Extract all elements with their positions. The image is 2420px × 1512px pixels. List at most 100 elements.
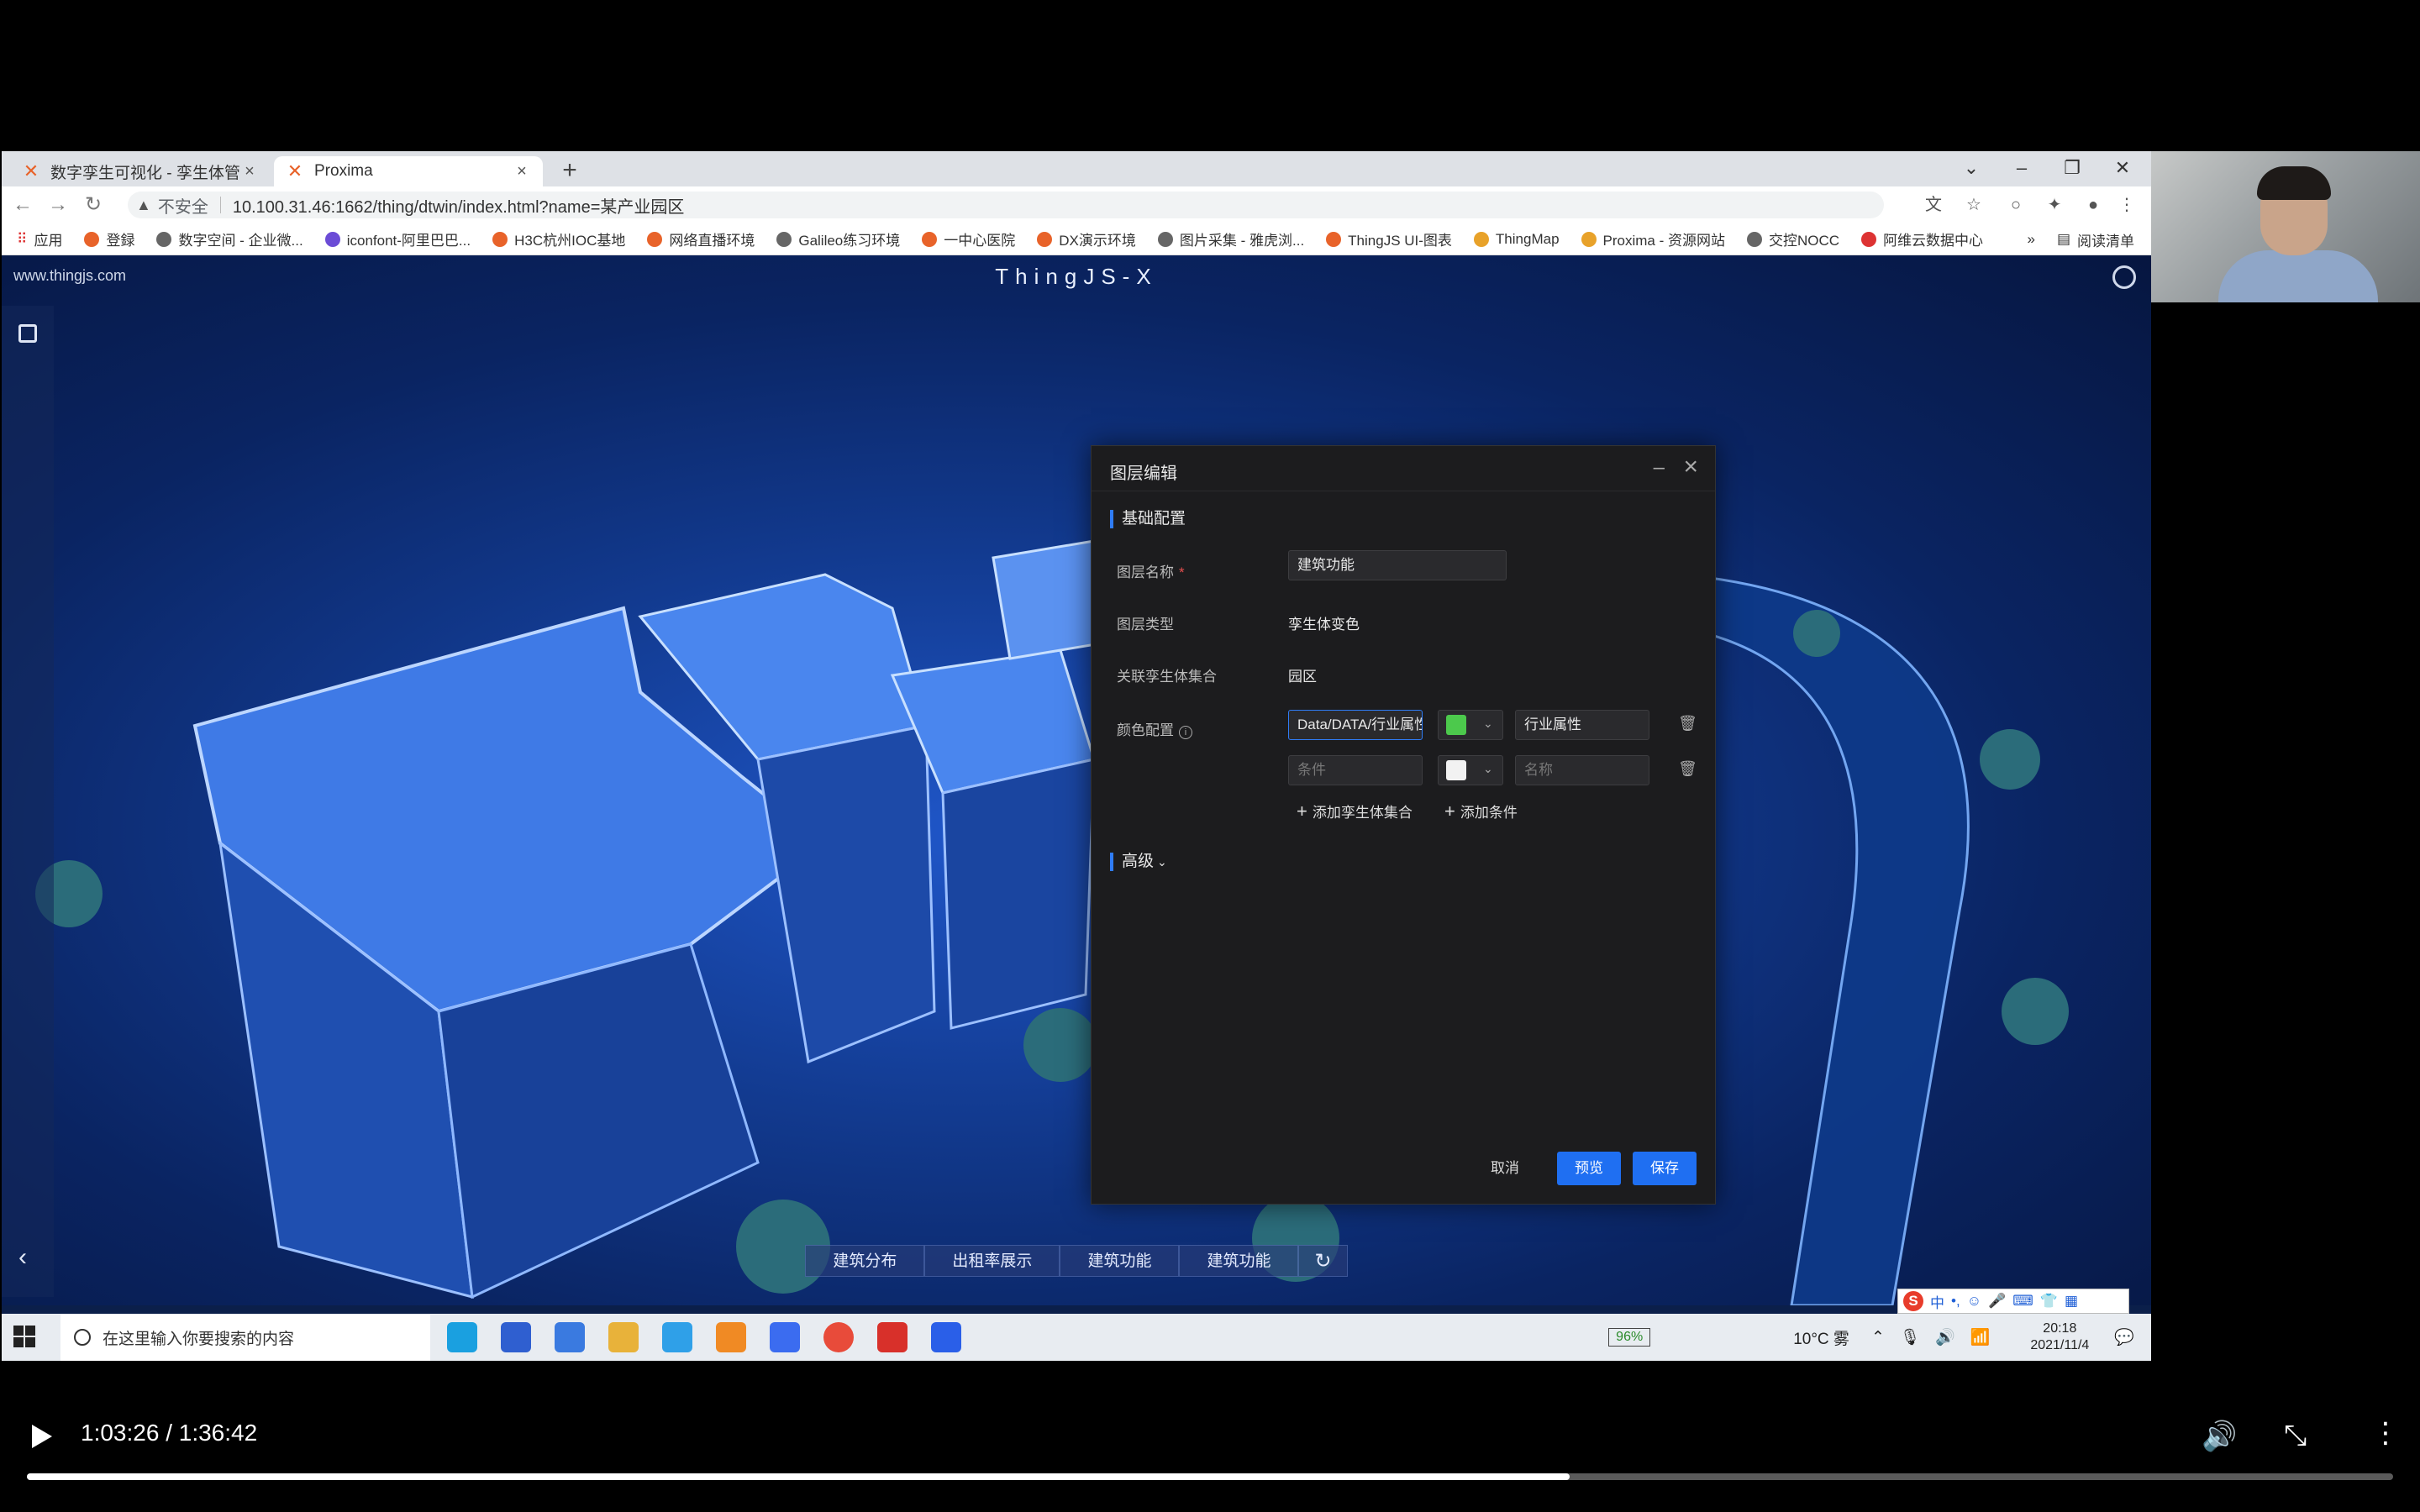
app-icon[interactable]	[555, 1322, 585, 1352]
add-twin-set-button[interactable]: + 添加孪生体集合	[1297, 801, 1413, 822]
progress-bar[interactable]	[27, 1473, 2393, 1480]
bookmark-item[interactable]: 一中心医院	[922, 228, 1015, 249]
bookmark-item[interactable]: 交控NOCC	[1747, 228, 1839, 249]
new-tab-button[interactable]: +	[556, 158, 583, 185]
browser-tab-twin-management[interactable]: ✕ 数字孪生可视化 - 孪生体管理 ×	[10, 156, 271, 186]
tab-occupancy[interactable]: 出租率展示	[924, 1245, 1060, 1277]
tab-building-function-2[interactable]: 建筑功能	[1179, 1245, 1299, 1277]
info-icon[interactable]: i	[1179, 726, 1192, 739]
app-icon[interactable]	[716, 1322, 746, 1352]
mic-icon[interactable]: 🎤	[1988, 1293, 2006, 1310]
translate-icon[interactable]: 文	[1923, 195, 1944, 217]
browser-tab-proxima[interactable]: ✕ Proxima ×	[274, 156, 543, 186]
ime-mode-icon[interactable]: 中	[1930, 1291, 1944, 1312]
menu-kebab-icon[interactable]: ⋮	[2116, 195, 2138, 217]
file-explorer-icon[interactable]	[608, 1322, 639, 1352]
bookmark-item[interactable]: Proxima - 资源网站	[1581, 228, 1725, 249]
emoji-icon[interactable]: ☺	[1967, 1293, 1981, 1310]
bookmark-item[interactable]: ThingMap	[1473, 230, 1560, 248]
edge-icon[interactable]	[447, 1322, 477, 1352]
minimize-icon[interactable]: –	[1654, 456, 1665, 480]
ie-icon[interactable]	[662, 1322, 692, 1352]
person-body	[2218, 250, 2378, 302]
toolbox-icon[interactable]: ▦	[2065, 1293, 2078, 1310]
preview-button[interactable]: 预览	[1557, 1152, 1621, 1185]
play-icon[interactable]	[32, 1425, 52, 1448]
close-icon[interactable]: ×	[1683, 453, 1698, 481]
bookmark-item[interactable]: ThingJS UI-图表	[1326, 228, 1452, 249]
volume-icon[interactable]: 🔊	[2202, 1420, 2237, 1453]
bookmark-star-icon[interactable]: ☆	[1963, 195, 1985, 217]
mic-icon[interactable]: 🎙	[1900, 1327, 1920, 1347]
layer-name-input[interactable]: 建筑功能	[1288, 550, 1507, 580]
tray-chevron-icon[interactable]: ⌃	[1871, 1328, 1885, 1347]
tab-building-function[interactable]: 建筑功能	[1060, 1245, 1180, 1277]
delete-icon[interactable]: 🗑	[1678, 760, 1697, 777]
browser-tab-bar: ✕ 数字孪生可视化 - 孪生体管理 × ✕ Proxima × + ⌄ – ❐ …	[2, 151, 2151, 186]
condition-input[interactable]: 条件	[1288, 755, 1423, 785]
app-icon[interactable]	[931, 1322, 961, 1352]
save-button[interactable]: 保存	[1633, 1152, 1697, 1185]
3d-scene-viewport[interactable]: www.thingjs.com ThingJS-X ‹ 建筑分布 出租率展示 建…	[2, 255, 2151, 1305]
skin-icon[interactable]: 👕	[2040, 1293, 2058, 1310]
add-condition-button[interactable]: + 添加条件	[1444, 801, 1518, 822]
bookmark-item[interactable]: 数字空间 - 企业微...	[156, 228, 303, 249]
exit-fullscreen-icon[interactable]: ⤡	[2284, 1420, 2307, 1452]
network-icon[interactable]: 📶	[1970, 1327, 1991, 1347]
ime-toolbar[interactable]: S 中 •, ☺ 🎤 ⌨ 👕 ▦	[1897, 1289, 2129, 1314]
settings-icon[interactable]	[2112, 265, 2136, 289]
tab-search-icon[interactable]: ⌄	[1946, 151, 1996, 186]
more-bookmarks-icon[interactable]: »	[2027, 231, 2034, 248]
bookmark-apps[interactable]: ⠿ 应用	[17, 228, 62, 249]
weather-widget[interactable]: 10°C 雾	[1793, 1326, 1849, 1349]
app-icon[interactable]	[770, 1322, 800, 1352]
extensions-puzzle-icon[interactable]: ✦	[2044, 195, 2065, 217]
bookmark-label: 一中心医院	[944, 233, 1016, 249]
restore-button[interactable]: ❐	[2047, 151, 2097, 186]
tab-building-distribution[interactable]: 建筑分布	[805, 1245, 925, 1277]
taskbar-search[interactable]: 在这里输入你要搜索的内容	[60, 1314, 430, 1361]
wps-icon[interactable]	[877, 1322, 908, 1352]
more-options-icon[interactable]: ⋮	[2371, 1416, 2400, 1450]
keyboard-icon[interactable]: ⌨	[2012, 1293, 2033, 1310]
name-input[interactable]: 名称	[1515, 755, 1649, 785]
section-advanced-toggle[interactable]: 高级 ⌄	[1110, 853, 1167, 871]
reading-list[interactable]: » ▤ 阅读清单	[2027, 223, 2134, 255]
battery-indicator[interactable]: 96%	[1608, 1328, 1651, 1347]
address-bar[interactable]: ▲ 不安全 10.100.31.46:1662/thing/dtwin/inde…	[128, 192, 1884, 218]
bookmark-item[interactable]: 登録	[84, 228, 134, 249]
bookmark-item[interactable]: 图片采集 - 雅虎浏...	[1157, 228, 1304, 249]
minimize-button[interactable]: –	[1996, 151, 2047, 186]
clock[interactable]: 20:18 2021/11/4	[2030, 1320, 2089, 1354]
bookmark-item[interactable]: H3C杭州IOC基地	[492, 228, 625, 249]
refresh-icon[interactable]: ↻	[1298, 1245, 1348, 1277]
bookmark-item[interactable]: 网络直播环境	[647, 228, 755, 249]
layers-icon[interactable]	[18, 324, 37, 343]
bookmark-item[interactable]: 阿维云数据中心	[1861, 228, 1983, 249]
windows-start-icon[interactable]	[13, 1326, 35, 1347]
name-input[interactable]: 行业属性	[1515, 710, 1649, 740]
profile-icon[interactable]: ●	[2082, 195, 2104, 217]
forward-icon[interactable]: →	[45, 193, 71, 218]
punctuation-icon[interactable]: •,	[1951, 1293, 1960, 1310]
reading-list-icon: ▤	[2056, 231, 2070, 247]
back-icon[interactable]: ←	[10, 193, 35, 218]
bookmark-item[interactable]: Galileo练习环境	[776, 228, 900, 249]
close-window-button[interactable]: ✕	[2097, 151, 2148, 186]
bookmark-label: ThingMap	[1495, 230, 1560, 247]
reload-icon[interactable]: ↻	[81, 193, 106, 218]
delete-icon[interactable]: 🗑	[1678, 715, 1697, 732]
bookmark-item[interactable]: DX演示环境	[1037, 228, 1136, 249]
chrome-icon[interactable]	[823, 1322, 854, 1352]
cancel-button[interactable]: 取消	[1478, 1152, 1532, 1185]
close-tab-icon[interactable]: ×	[240, 162, 259, 181]
volume-icon[interactable]: 🔊	[1935, 1327, 1955, 1347]
thingjs-logo-icon: ✕	[23, 160, 39, 181]
extension-circle-icon[interactable]: ○	[2005, 195, 2027, 217]
color-config-label: 颜色配置 i	[1117, 718, 1192, 739]
close-tab-icon[interactable]: ×	[513, 162, 531, 181]
bookmark-item[interactable]: iconfont-阿里巴巴...	[324, 228, 471, 249]
notifications-icon[interactable]: 💬	[2114, 1327, 2134, 1347]
condition-input[interactable]: Data/DATA/行业属性	[1288, 710, 1423, 740]
mail-icon[interactable]	[501, 1322, 531, 1352]
